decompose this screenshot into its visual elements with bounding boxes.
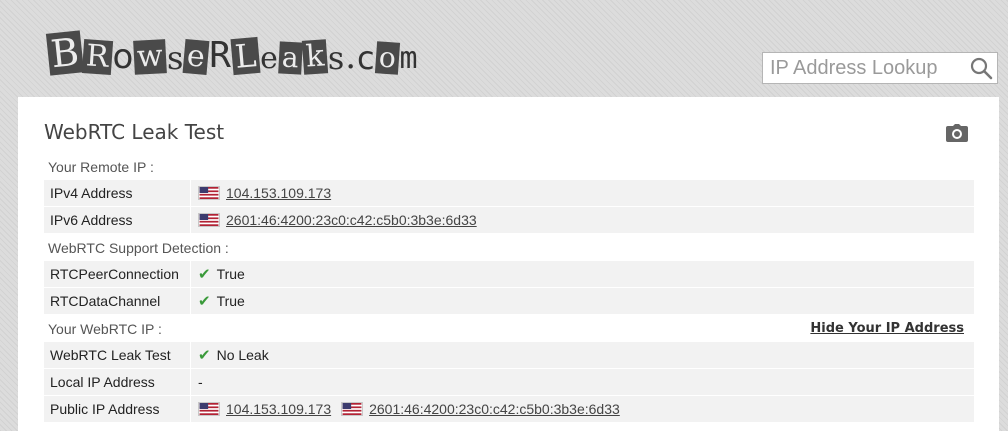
camera-icon[interactable] xyxy=(946,124,968,142)
public-ipv4-link[interactable]: 104.153.109.173 xyxy=(226,401,331,417)
row-label: RTCPeerConnection xyxy=(44,261,191,287)
table-row-rtcpeerconnection: RTCPeerConnection ✔ True xyxy=(44,261,974,288)
table-row-webrtc-leak-test: WebRTC Leak Test ✔ No Leak xyxy=(44,342,974,369)
row-value: 104.153.109.173 xyxy=(191,180,974,206)
section-heading-webrtc-ip: Your WebRTC IP : Hide Your IP Address xyxy=(48,320,964,337)
row-value: ✔ No Leak xyxy=(191,342,974,368)
results-table: Your Remote IP : IPv4 Address 104.153.10… xyxy=(44,153,974,423)
row-value: - xyxy=(191,369,974,395)
ip-lookup-search-box xyxy=(762,52,998,84)
status-text: True xyxy=(216,293,245,309)
table-row-rtcdatachannel: RTCDataChannel ✔ True xyxy=(44,288,974,315)
table-row-ipv6: IPv6 Address 2601:46:4200:23c0:c42:c5b0:… xyxy=(44,207,974,234)
ipv6-address-link[interactable]: 2601:46:4200:23c0:c42:c5b0:3b3e:6d33 xyxy=(226,212,477,228)
us-flag-icon xyxy=(198,402,220,416)
status-text: No Leak xyxy=(216,347,269,363)
ipv4-address-link[interactable]: 104.153.109.173 xyxy=(226,185,331,201)
check-icon: ✔ xyxy=(198,293,211,310)
row-label: Public IP Address xyxy=(44,396,191,422)
row-value: 104.153.109.173 2601:46:4200:23c0:c42:c5… xyxy=(191,396,974,422)
table-row-local-ip: Local IP Address - xyxy=(44,369,974,396)
table-row-public-ip: Public IP Address 104.153.109.173 2601:4… xyxy=(44,396,974,423)
table-row-ipv4: IPv4 Address 104.153.109.173 xyxy=(44,180,974,207)
row-label: IPv4 Address xyxy=(44,180,191,206)
local-ip-value: - xyxy=(198,374,203,390)
status-text: True xyxy=(216,266,245,282)
us-flag-icon xyxy=(198,186,220,200)
section-heading-remote-ip: Your Remote IP : xyxy=(48,158,154,175)
search-icon[interactable] xyxy=(969,56,993,80)
hide-ip-address-link[interactable]: Hide Your IP Address xyxy=(810,321,964,336)
row-label: WebRTC Leak Test xyxy=(44,342,191,368)
us-flag-icon xyxy=(198,213,220,227)
row-value: ✔ True xyxy=(191,261,974,287)
public-ipv6-link[interactable]: 2601:46:4200:23c0:c42:c5b0:3b3e:6d33 xyxy=(369,401,620,417)
check-icon: ✔ xyxy=(198,347,211,364)
check-icon: ✔ xyxy=(198,266,211,283)
row-value: ✔ True xyxy=(191,288,974,314)
row-label: IPv6 Address xyxy=(44,207,191,233)
row-label: RTCDataChannel xyxy=(44,288,191,314)
row-value: 2601:46:4200:23c0:c42:c5b0:3b3e:6d33 xyxy=(191,207,974,233)
row-label: Local IP Address xyxy=(44,369,191,395)
section-heading-support: WebRTC Support Detection : xyxy=(48,239,229,256)
site-logo[interactable]: B R o w s e R L e a k s . c o m xyxy=(45,14,419,76)
webrtc-panel: WebRTC Leak Test Your Remote IP : IPv4 A… xyxy=(18,97,999,431)
ip-lookup-search-input[interactable] xyxy=(763,53,970,83)
page-title: WebRTC Leak Test xyxy=(44,120,225,144)
us-flag-icon xyxy=(341,402,364,416)
